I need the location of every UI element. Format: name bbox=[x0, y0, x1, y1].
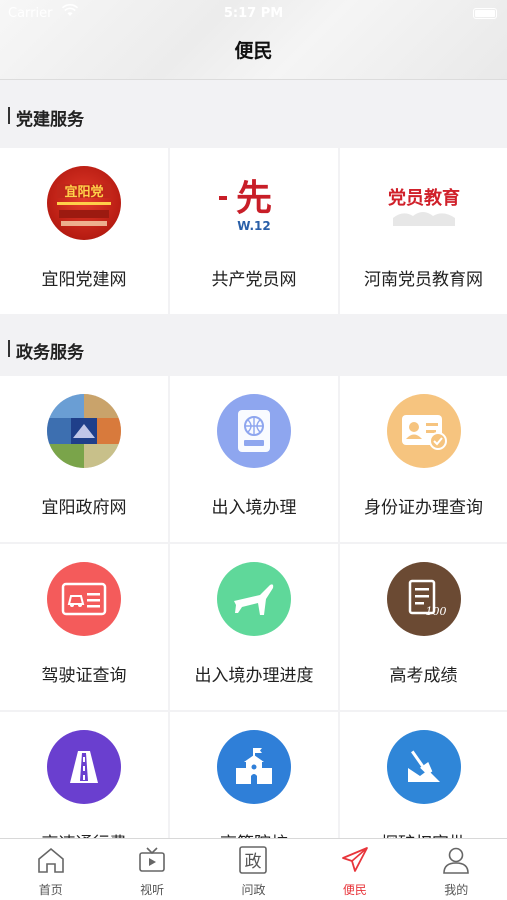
service-party-member[interactable]: 先 W.12 共产党员网 bbox=[170, 148, 338, 314]
tab-politics[interactable]: 政 问政 bbox=[203, 839, 304, 900]
school-icon bbox=[217, 730, 291, 804]
id-card-icon bbox=[386, 394, 461, 468]
highway-icon bbox=[47, 730, 121, 804]
service-exit-entry[interactable]: 出入境办理 bbox=[170, 376, 338, 542]
tab-mine[interactable]: 我的 bbox=[406, 839, 507, 900]
service-label: 河南党员教育网 bbox=[364, 270, 483, 290]
party-services-grid: 宜阳党 宜阳党建网 先 W.12 共产党员网 党员教育 河南党员教育网 bbox=[0, 148, 507, 314]
party-member-logo: 先 W.12 bbox=[217, 166, 291, 240]
service-mining-approval[interactable]: 探矿权审批 bbox=[340, 712, 507, 838]
tab-label: 首页 bbox=[38, 883, 63, 897]
tab-label: 我的 bbox=[444, 883, 469, 897]
tab-audio-video[interactable]: 视听 bbox=[101, 839, 202, 900]
service-label: 出入境办理 bbox=[211, 498, 297, 518]
government-photo-icon bbox=[47, 394, 121, 468]
service-label: 探矿权审批 bbox=[340, 829, 507, 838]
paper-plane-icon bbox=[341, 847, 368, 872]
section-title: 党建服务 bbox=[16, 110, 84, 130]
home-icon bbox=[37, 847, 64, 873]
svg-text:先: 先 bbox=[236, 177, 272, 219]
exam-score-icon: 100 bbox=[386, 562, 461, 636]
service-yiyang-party[interactable]: 宜阳党 宜阳党建网 bbox=[0, 148, 168, 314]
service-label: 宜阳政府网 bbox=[41, 498, 127, 518]
user-icon bbox=[443, 847, 470, 874]
section-marker bbox=[8, 340, 10, 357]
service-driver-license[interactable]: 驾驶证查询 bbox=[0, 544, 168, 710]
tab-convenience[interactable]: 便民 bbox=[304, 839, 405, 900]
service-label: 出入境办理进度 bbox=[194, 666, 314, 686]
tab-label: 便民 bbox=[342, 883, 367, 897]
driver-license-icon bbox=[47, 562, 121, 636]
top-bar: Carrier 5:17 PM 便民 bbox=[0, 0, 507, 80]
bottom-tab-bar: 首页 视听 政 问政 便民 我的 bbox=[0, 838, 507, 900]
page-title: 便民 bbox=[234, 40, 273, 62]
service-henan-education[interactable]: 党员教育 河南党员教育网 bbox=[340, 148, 507, 314]
service-label: 高等院校 bbox=[170, 829, 338, 838]
service-label: 身份证办理查询 bbox=[364, 498, 483, 518]
mining-shovel-icon bbox=[386, 730, 461, 804]
service-label: 高考成绩 bbox=[389, 666, 458, 686]
svg-text:党员教育: 党员教育 bbox=[388, 187, 460, 209]
tab-home[interactable]: 首页 bbox=[0, 839, 101, 900]
status-bar: Carrier 5:17 PM bbox=[0, 4, 507, 24]
service-yiyang-government[interactable]: 宜阳政府网 bbox=[0, 376, 168, 542]
service-id-card[interactable]: 身份证办理查询 bbox=[340, 376, 507, 542]
yiyang-party-logo: 宜阳党 bbox=[47, 166, 121, 240]
service-label: 宜阳党建网 bbox=[41, 270, 127, 290]
tab-label: 视听 bbox=[140, 883, 165, 897]
battery-icon bbox=[473, 8, 497, 19]
service-label: 高速通行费 bbox=[0, 829, 168, 838]
tab-label: 问政 bbox=[241, 883, 266, 897]
henan-education-logo: 党员教育 bbox=[378, 166, 469, 240]
section-marker bbox=[8, 107, 10, 124]
airplane-icon bbox=[217, 562, 291, 636]
service-exam-score[interactable]: 100 高考成绩 bbox=[340, 544, 507, 710]
tv-icon bbox=[139, 847, 165, 872]
service-exit-entry-progress[interactable]: 出入境办理进度 bbox=[170, 544, 338, 710]
section-header-government: 政务服务 bbox=[0, 314, 507, 382]
svg-text:宜阳党: 宜阳党 bbox=[64, 184, 103, 200]
svg-text:政: 政 bbox=[245, 852, 262, 872]
service-universities[interactable]: 高等院校 bbox=[170, 712, 338, 838]
svg-text:100: 100 bbox=[425, 605, 446, 618]
status-time: 5:17 PM bbox=[223, 6, 284, 21]
section-header-party: 党建服务 bbox=[0, 81, 507, 149]
service-label: 驾驶证查询 bbox=[41, 666, 127, 686]
service-label: 共产党员网 bbox=[211, 270, 297, 290]
government-services-grid: 宜阳政府网 出入境办理 身份证办理查询 驾驶证查询 出入境办理进度 100 高考… bbox=[0, 376, 507, 838]
passport-icon bbox=[217, 394, 291, 468]
svg-text:W.12: W.12 bbox=[237, 219, 271, 233]
politics-icon: 政 bbox=[239, 846, 268, 874]
section-title: 政务服务 bbox=[16, 343, 84, 363]
service-highway-toll[interactable]: 高速通行费 bbox=[0, 712, 168, 838]
